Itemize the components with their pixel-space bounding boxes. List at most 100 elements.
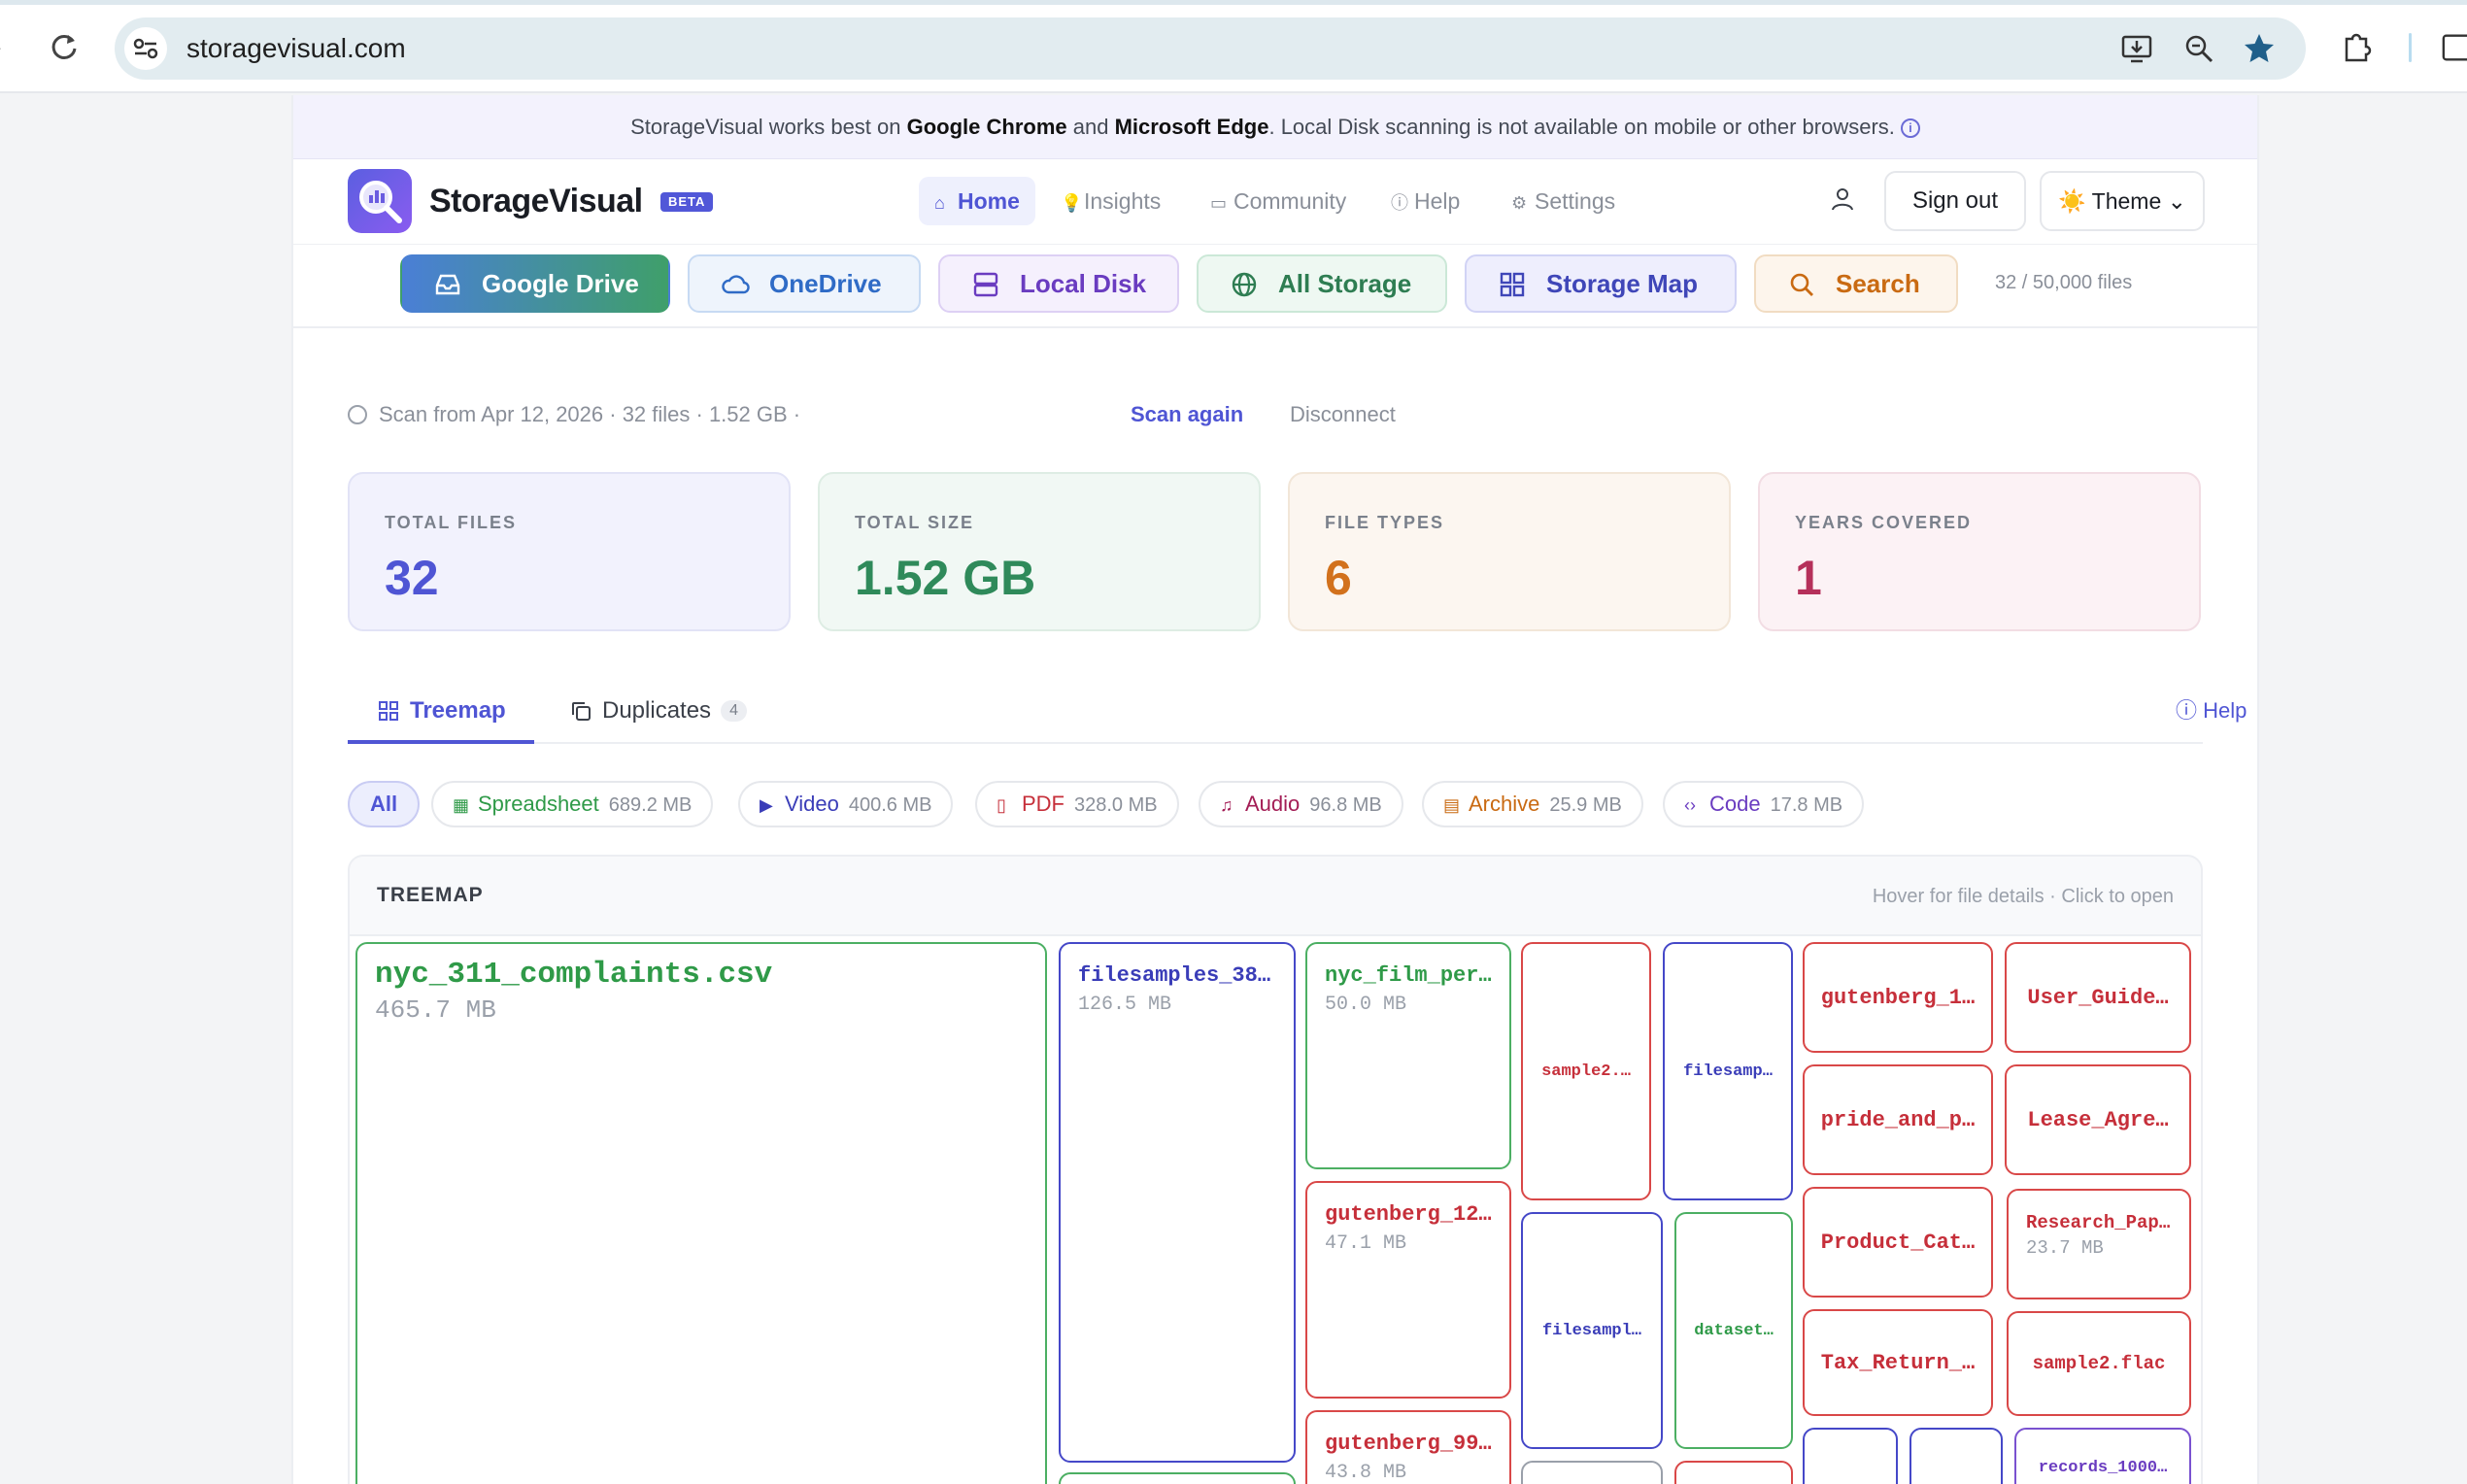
grid-icon (1500, 272, 1525, 297)
help-icon: ⓘ (2176, 698, 2198, 723)
info-icon[interactable]: i (1900, 118, 1920, 138)
disconnect-link[interactable]: Disconnect (1290, 402, 1396, 427)
inbox-icon (435, 274, 460, 295)
duplicates-count-badge: 4 (721, 700, 747, 722)
treemap-cell[interactable] (1909, 1428, 2003, 1484)
view-tabs: Treemap Duplicates 4 ⓘ Help (348, 690, 2247, 744)
tab-strip-edge (0, 0, 2467, 5)
side-panel-icon[interactable] (2440, 31, 2467, 64)
clock-icon (348, 405, 367, 424)
nav-home-label: Home (958, 188, 1020, 214)
banner-and: and (1066, 115, 1115, 139)
theme-button[interactable]: ☀️ Theme ⌄ (2040, 171, 2205, 231)
treemap-cell[interactable]: records_1000… (2014, 1428, 2191, 1484)
nav-settings[interactable]: ⚙ Settings (1496, 177, 1631, 225)
help-link-label: Help (2203, 698, 2247, 723)
treemap-cell[interactable]: filesamples_38… 126.5 MB (1059, 942, 1296, 1463)
help-link[interactable]: ⓘ Help (2176, 690, 2247, 732)
treemap-cell[interactable]: Lease_Agre… (2005, 1064, 2191, 1175)
filter-spreadsheet[interactable]: ▦ Spreadsheet 689.2 MB (431, 781, 714, 827)
treemap-cell[interactable] (1059, 1472, 1296, 1484)
theme-label: Theme (2091, 188, 2162, 214)
cell-size: 43.8 MB (1325, 1462, 1407, 1484)
treemap-cell[interactable]: nyc_film_per… 50.0 MB (1305, 942, 1511, 1169)
browser-toolbar: › storagevisual.com (0, 0, 2467, 93)
stat-label: TOTAL FILES (385, 513, 518, 532)
file-count: 32 / 50,000 files (1995, 272, 2133, 293)
tab-duplicates[interactable]: Duplicates 4 (569, 690, 747, 744)
source-local-disk-label: Local Disk (1020, 269, 1147, 298)
treemap-cell[interactable]: pride_and_p… (1803, 1064, 1993, 1175)
nav-home[interactable]: ⌂ Home (919, 177, 1035, 225)
scan-again-link[interactable]: Scan again (1131, 402, 1243, 427)
filter-audio[interactable]: ♫ Audio 96.8 MB (1199, 781, 1403, 827)
treemap-cell[interactable] (1521, 1461, 1663, 1484)
stat-total-size: TOTAL SIZE 1.52 GB (818, 472, 1261, 631)
site-info-icon[interactable] (124, 27, 167, 70)
tab-treemap[interactable]: Treemap (348, 690, 534, 744)
source-all-storage[interactable]: All Storage (1197, 254, 1447, 313)
app-header: StorageVisual BETA ⌂ Home 💡Insights ▭ Comm… (293, 159, 2257, 245)
filter-all[interactable]: All (348, 781, 420, 827)
filter-video[interactable]: ▶ Video 400.6 MB (738, 781, 954, 827)
source-google-drive[interactable]: Google Drive (400, 254, 670, 313)
treemap-panel: TREEMAP Hover for file details · Click t… (348, 855, 2203, 1484)
treemap-cell[interactable]: gutenberg_12… 47.1 MB (1305, 1181, 1511, 1399)
cell-name: pride_and_p… (1820, 1107, 1976, 1132)
install-app-icon[interactable] (2119, 31, 2154, 66)
scan-info: Scan from Apr 12, 2026 · 32 files · 1.52… (348, 402, 800, 427)
grid-icon (379, 701, 398, 721)
copy-icon (572, 702, 591, 721)
cell-name: gutenberg_1… (1820, 985, 1976, 1010)
treemap-cell[interactable]: filesamp… (1663, 942, 1793, 1200)
sign-out-button[interactable]: Sign out (1884, 171, 2026, 231)
filter-archive[interactable]: ▤ Archive 25.9 MB (1422, 781, 1643, 827)
source-local-disk[interactable]: Local Disk (938, 254, 1179, 313)
stat-value: 6 (1325, 551, 1352, 605)
treemap-cell[interactable]: Research_Pap… 23.7 MB (2007, 1189, 2191, 1299)
stat-value: 1.52 GB (855, 551, 1036, 605)
reload-icon[interactable] (47, 29, 82, 64)
cell-name: filesampl… (1541, 1321, 1642, 1340)
gear-icon: ⚙ (1511, 193, 1528, 213)
app-logo[interactable] (348, 169, 412, 233)
banner-prefix: StorageVisual works best on (630, 115, 907, 139)
url-text[interactable]: storagevisual.com (186, 33, 406, 64)
treemap-cell[interactable]: Product_Cat… (1803, 1187, 1993, 1298)
treemap-cell[interactable]: nyc_311_complaints.csv 465.7 MB (355, 942, 1047, 1484)
source-search[interactable]: Search (1754, 254, 1958, 313)
address-bar[interactable]: storagevisual.com (115, 17, 2306, 80)
browser-support-banner: StorageVisual works best on Google Chrom… (293, 95, 2257, 159)
home-icon: ⌂ (934, 193, 945, 213)
treemap-cell[interactable]: filesampl… (1521, 1212, 1663, 1449)
bookmark-star-icon[interactable] (2242, 31, 2277, 66)
treemap-cell[interactable]: dataset… (1674, 1212, 1793, 1449)
treemap-cell[interactable]: User_Guide… (2005, 942, 2191, 1053)
nav-community[interactable]: ▭ Community (1195, 177, 1362, 225)
filter-pdf[interactable]: ▯ PDF 328.0 MB (975, 781, 1179, 827)
nav-insights[interactable]: 💡Insights (1045, 177, 1176, 225)
back-icon[interactable]: › (0, 35, 8, 60)
filter-code[interactable]: ‹› Code 17.8 MB (1663, 781, 1865, 827)
treemap-cell[interactable]: Tax_Return_… (1803, 1309, 1993, 1416)
cell-size: 50.0 MB (1325, 994, 1407, 1016)
treemap-cell[interactable]: sample2.flac (2007, 1311, 2191, 1416)
music-icon: ♫ (1220, 795, 1234, 815)
beta-badge: BETA (660, 192, 714, 212)
nav-help[interactable]: ⓘ Help (1375, 177, 1475, 225)
source-onedrive[interactable]: OneDrive (688, 254, 921, 313)
toolbar-separator (2409, 33, 2412, 62)
account-icon[interactable] (1828, 185, 1857, 214)
source-storage-map[interactable]: Storage Map (1465, 254, 1737, 313)
nav-help-label: Help (1414, 188, 1461, 214)
treemap-cell[interactable] (1674, 1461, 1793, 1484)
treemap-cell[interactable]: sample2.… (1521, 942, 1651, 1200)
cell-name: filesamp… (1683, 1062, 1773, 1081)
extensions-icon[interactable] (2339, 29, 2374, 64)
zoom-icon[interactable] (2181, 31, 2216, 66)
treemap-cell[interactable] (1803, 1428, 1898, 1484)
app-page: StorageVisual works best on Google Chrom… (291, 95, 2259, 1484)
treemap-cell[interactable]: gutenberg_99… 43.8 MB (1305, 1410, 1511, 1484)
treemap-cell[interactable]: gutenberg_1… (1803, 942, 1993, 1053)
nav-community-label: Community (1234, 188, 1347, 214)
